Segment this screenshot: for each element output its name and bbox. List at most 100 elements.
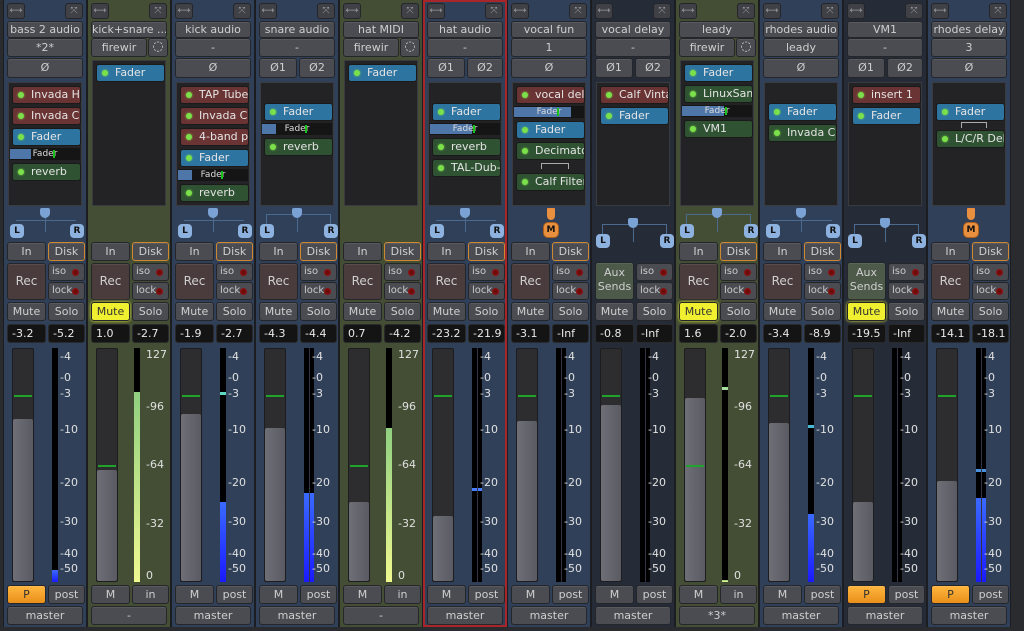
midi-input-enable-icon[interactable]: ◌ [400, 38, 420, 57]
processor-box[interactable]: Fader L/C/R Dela [932, 82, 1006, 206]
plugin-active-led-icon[interactable] [942, 109, 948, 115]
solo-button[interactable]: Solo [636, 302, 673, 321]
plugin-fader[interactable]: Fader [348, 64, 417, 82]
plugin-active-led-icon[interactable] [270, 109, 276, 115]
monitor-input-button[interactable]: In [679, 242, 718, 261]
hide-strip-icon[interactable]: ⤧ [821, 3, 839, 19]
phase-invert-left-button[interactable]: Ø1 [847, 58, 885, 78]
meter-point-button[interactable]: M [511, 585, 550, 604]
solo-button[interactable]: Solo [804, 302, 841, 321]
width-toggle-icon[interactable]: ⟷ [931, 3, 949, 19]
plugin-fader[interactable]: Fader [516, 121, 585, 139]
monitor-disk-button[interactable]: Disk [384, 242, 421, 261]
plugin-active-led-icon[interactable] [522, 148, 528, 154]
aux-sends-button[interactable]: Aux Sends [847, 262, 886, 300]
phase-invert-button[interactable]: Ø [7, 58, 83, 78]
peak-display[interactable]: -21.9 [468, 324, 505, 343]
panner[interactable]: LR [844, 216, 926, 258]
plugin-active-led-icon[interactable] [186, 134, 192, 140]
width-toggle-icon[interactable]: ⟷ [511, 3, 529, 19]
input-button[interactable]: - [595, 38, 671, 57]
meter-point-button[interactable]: M [679, 585, 718, 604]
monitor-input-button[interactable]: In [427, 242, 466, 261]
solo-isolate-button[interactable]: iso [300, 263, 337, 281]
monitor-input-button[interactable]: In [91, 242, 130, 261]
plugin-reverb[interactable]: reverb [432, 138, 501, 156]
plugin-active-led-icon[interactable] [186, 92, 192, 98]
monitor-section-button[interactable]: post [216, 585, 253, 604]
solo-button[interactable]: Solo [720, 302, 757, 321]
plugin-active-led-icon[interactable] [858, 113, 864, 119]
hide-strip-icon[interactable]: ⤧ [317, 3, 335, 19]
monitor-disk-button[interactable]: Disk [300, 242, 337, 261]
meter-point-button[interactable]: P [931, 585, 970, 604]
panner[interactable]: M [508, 206, 590, 240]
hide-strip-icon[interactable]: ⤧ [65, 3, 83, 19]
mute-button[interactable]: Mute [595, 302, 634, 321]
plugin-active-led-icon[interactable] [186, 113, 192, 119]
mute-button[interactable]: Mute [259, 302, 298, 321]
mute-button[interactable]: Mute [91, 302, 130, 321]
input-button[interactable]: firewir [343, 38, 399, 57]
plugin-fader[interactable]: Fader [180, 149, 249, 167]
gain-fader[interactable] [180, 348, 202, 582]
plugin-active-led-icon[interactable] [774, 130, 780, 136]
peak-display[interactable]: -2.0 [720, 324, 757, 343]
pan-position-handle[interactable] [712, 208, 722, 218]
peak-display[interactable]: -4.4 [300, 324, 337, 343]
solo-isolate-button[interactable]: iso [636, 263, 673, 281]
meter-point-button[interactable]: M [763, 585, 802, 604]
input-button[interactable]: - [175, 38, 251, 57]
mute-button[interactable]: Mute [679, 302, 718, 321]
mute-button[interactable]: Mute [847, 302, 886, 321]
gain-entry[interactable]: 1.6 [679, 324, 718, 343]
plugin-invada-high[interactable]: Invada High [12, 86, 81, 104]
meter-point-button[interactable]: P [7, 585, 46, 604]
panner[interactable] [88, 206, 170, 240]
plugin-active-led-icon[interactable] [438, 165, 444, 171]
record-enable-button[interactable]: Rec [931, 263, 970, 300]
plugin-active-led-icon[interactable] [270, 144, 276, 150]
processor-box[interactable]: Fader Fader reverb [260, 82, 334, 206]
gain-fader[interactable] [852, 348, 874, 582]
panner[interactable]: LR [172, 206, 254, 240]
solo-lock-button[interactable]: lock [468, 282, 505, 300]
input-button[interactable]: leady [763, 38, 839, 57]
plugin-active-led-icon[interactable] [858, 92, 864, 98]
strip-name-button[interactable]: rhodes delay [931, 21, 1007, 38]
monitor-input-button[interactable]: In [7, 242, 46, 261]
plugin-fader[interactable]: Fader [12, 128, 81, 146]
record-enable-button[interactable]: Rec [679, 263, 718, 300]
solo-isolate-button[interactable]: iso [384, 263, 421, 281]
plugin-active-led-icon[interactable] [438, 144, 444, 150]
processor-box[interactable]: Calf Vintage Fader [596, 82, 670, 206]
plugin-calf-filter[interactable]: Calf Filter [516, 173, 585, 191]
solo-button[interactable]: Solo [468, 302, 505, 321]
processor-box[interactable]: Fader LinuxSam Fader VM1 [680, 60, 754, 206]
processor-box[interactable]: vocal dela Fader Fader Decimato Calf Filter [512, 82, 586, 206]
width-toggle-icon[interactable]: ⟷ [595, 3, 613, 19]
peak-display[interactable]: -8.9 [804, 324, 841, 343]
monitor-input-button[interactable]: In [343, 242, 382, 261]
record-enable-button[interactable]: Rec [427, 263, 466, 300]
pan-position-handle[interactable] [880, 218, 890, 228]
width-toggle-icon[interactable]: ⟷ [7, 3, 25, 19]
plugin-invada-co[interactable]: Invada Co [180, 107, 249, 125]
solo-lock-button[interactable]: lock [972, 282, 1009, 300]
monitor-section-button[interactable]: in [132, 585, 169, 604]
mute-button[interactable]: Mute [511, 302, 550, 321]
plugin-insert-1[interactable]: insert 1 [852, 86, 921, 104]
panner[interactable]: LR [676, 206, 758, 240]
gain-entry[interactable]: -14.1 [931, 324, 970, 343]
record-enable-button[interactable]: Rec [259, 263, 298, 300]
solo-lock-button[interactable]: lock [384, 282, 421, 300]
plugin-vm1[interactable]: VM1 [684, 120, 753, 138]
monitor-section-button[interactable]: post [48, 585, 85, 604]
plugin-fader[interactable]: Fader [264, 103, 333, 121]
output-routing-button[interactable]: master [511, 606, 587, 625]
monitor-section-button[interactable]: post [888, 585, 925, 604]
plugin-vocal-dela[interactable]: vocal dela [516, 86, 585, 104]
width-toggle-icon[interactable]: ⟷ [343, 3, 361, 19]
mute-button[interactable]: Mute [931, 302, 970, 321]
solo-button[interactable]: Solo [384, 302, 421, 321]
